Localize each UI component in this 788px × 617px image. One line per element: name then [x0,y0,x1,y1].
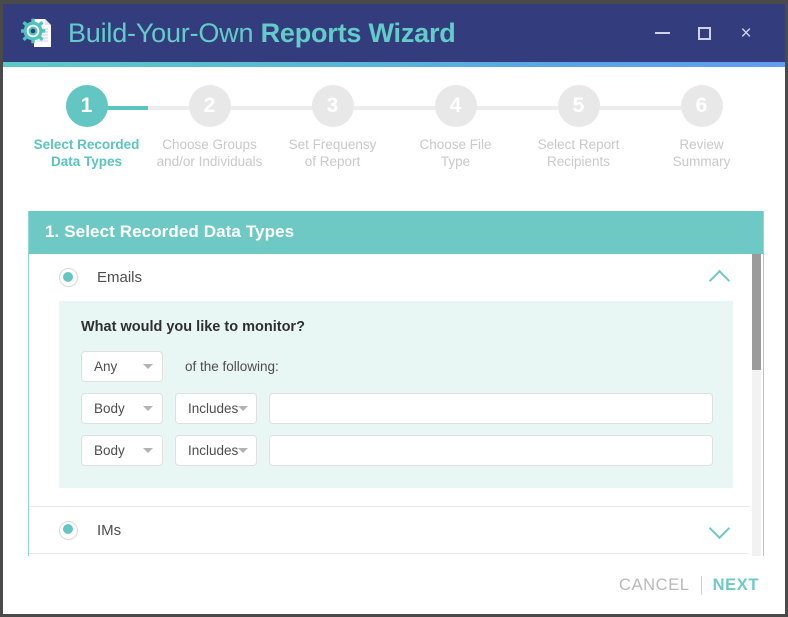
step-4[interactable]: 4 Choose File Type [394,85,517,170]
gear-document-icon [20,16,55,50]
stepper-steps: 1 Select Recorded Data Types 2 Choose Gr… [3,85,785,170]
rule-row-2: Body Includes [81,435,713,466]
accordion-header-ims[interactable]: IMs [29,506,749,553]
step-6[interactable]: 6 Review Summary [640,85,763,170]
step-2-label: Choose Groups and/or Individuals [156,137,263,169]
rule-1-field-value: Body [94,401,125,416]
rule-2-field-select[interactable]: Body [81,435,163,466]
rule-2-text-input[interactable] [269,435,713,466]
radio-emails[interactable] [59,268,78,287]
step-6-number: 6 [680,85,723,127]
accordion-title-ims: IMs [97,521,122,539]
card-header-title: 1. Select Recorded Data Types [29,211,763,254]
step-5[interactable]: 5 Select Report Recipients [517,85,640,170]
step-3-label: Set Frequensy of Report [288,137,377,169]
title-bar: Build-Your-Own Reports Wizard × [3,4,785,62]
wizard-stepper: 1 Select Recorded Data Types 2 Choose Gr… [3,67,785,205]
chevron-down-icon [238,448,249,453]
accordion-header-emails[interactable]: Emails [29,254,749,301]
rule-1-field-select[interactable]: Body [81,393,163,424]
chevron-down-icon [143,448,153,453]
card-scroll-area: Emails What would you like to monitor? A… [29,254,763,560]
card-scrollbar[interactable] [752,254,761,560]
step-3-number: 3 [311,85,354,127]
rule-1-operator-value: Includes [188,401,239,416]
chevron-down-icon[interactable] [708,517,733,539]
footer-divider [700,575,702,595]
rule-2-operator-select[interactable]: Includes [175,435,257,466]
chevron-up-icon[interactable] [708,269,733,292]
card-body: Emails What would you like to monitor? A… [29,254,763,560]
rule-2-field-value: Body [94,443,125,458]
close-icon[interactable]: × [725,12,767,54]
match-suffix-label: of the following: [185,359,279,374]
window-controls: × [641,4,785,62]
match-type-select[interactable]: Any [81,351,163,382]
accordion-title-emails: Emails [97,269,143,286]
wizard-footer: CANCEL NEXT [3,556,785,614]
step-2-number: 2 [188,85,231,127]
match-type-value: Any [94,359,118,374]
next-button[interactable]: NEXT [713,576,759,595]
rule-1-operator-select[interactable]: Includes [175,393,257,424]
wizard-window: Build-Your-Own Reports Wizard × 1 Select… [0,0,788,617]
chevron-down-icon [143,406,153,411]
radio-ims[interactable] [59,520,78,540]
rule-1-text-input[interactable] [269,393,713,424]
maximize-icon[interactable] [683,12,725,54]
step-6-label: Review Summary [672,137,731,169]
step-5-label: Select Report Recipients [537,137,620,169]
step-5-number: 5 [557,85,600,127]
step-1[interactable]: 1 Select Recorded Data Types [25,85,148,170]
rule-2-operator-value: Includes [188,443,239,458]
card-scrollbar-thumb[interactable] [752,254,761,370]
chevron-down-icon [238,406,249,411]
data-types-card: 1. Select Recorded Data Types Emails Wha… [28,211,764,561]
minimize-icon[interactable] [641,12,683,54]
step-1-number: 1 [65,85,108,127]
step-4-number: 4 [434,85,477,127]
step-2[interactable]: 2 Choose Groups and/or Individuals [148,85,271,170]
cancel-button[interactable]: CANCEL [619,576,690,595]
app-title-bold: Reports Wizard [260,17,456,48]
rule-row-1: Body Includes [81,393,713,424]
chevron-down-icon [143,364,153,369]
step-1-label: Select Recorded Data Types [33,137,140,169]
monitor-question: What would you like to monitor? [81,319,305,335]
step-4-label: Choose File Type [419,137,492,169]
step-3[interactable]: 3 Set Frequensy of Report [271,85,394,170]
match-row: Any of the following: [81,351,713,382]
app-title-prefix: Build-Your-Own [68,17,261,48]
page-title: Build-Your-Own Reports Wizard [68,18,456,49]
emails-monitor-panel: What would you like to monitor? Any of t… [59,301,733,488]
